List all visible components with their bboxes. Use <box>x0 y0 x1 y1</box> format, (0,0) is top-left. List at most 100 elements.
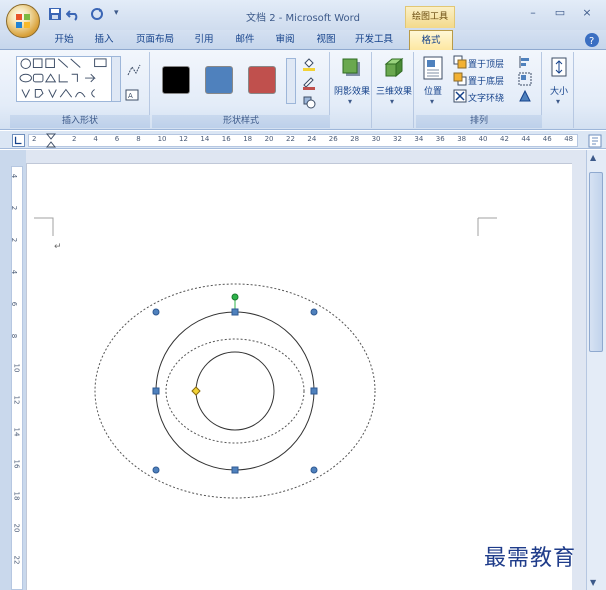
tab-references[interactable]: 引用 <box>190 33 218 49</box>
resize-handle-right[interactable] <box>310 387 318 395</box>
shapes-gallery[interactable] <box>16 56 112 102</box>
group-objects-icon[interactable] <box>518 72 532 86</box>
vertical-ruler-number: 4 <box>10 173 19 179</box>
text-wrapping-button[interactable]: 文字环绕 <box>468 91 504 104</box>
scroll-down-icon[interactable]: ▼ <box>590 578 596 587</box>
size-button[interactable]: 大小 <box>544 84 574 97</box>
ruler-number: 34 <box>414 135 424 143</box>
ruler-number: 16 <box>221 135 231 143</box>
vertical-ruler-number: 10 <box>12 363 21 373</box>
tab-mailings[interactable]: 邮件 <box>231 33 259 49</box>
adjust-handle[interactable] <box>191 386 201 396</box>
change-shape-icon[interactable] <box>302 95 316 109</box>
resize-handle-top-left[interactable] <box>152 308 160 316</box>
3d-effects-icon[interactable] <box>382 56 406 80</box>
inner-circle-shape[interactable] <box>195 351 275 431</box>
minimize-button[interactable]: – <box>523 6 543 22</box>
ruler-number: 48 <box>564 135 574 143</box>
vertical-scroll-thumb[interactable] <box>589 172 603 352</box>
size-icon[interactable] <box>549 56 569 78</box>
tab-page-layout[interactable]: 页面布局 <box>133 33 177 49</box>
close-button[interactable]: × <box>577 6 597 22</box>
ruler-number: 20 <box>264 135 274 143</box>
position-icon[interactable] <box>422 56 444 80</box>
tab-developer[interactable]: 开发工具 <box>352 33 396 49</box>
text-wrapping-icon[interactable] <box>453 89 467 103</box>
draw-textbox-icon[interactable]: A <box>125 88 139 102</box>
ruler-number: 14 <box>200 135 210 143</box>
ruler-number: 26 <box>328 135 338 143</box>
resize-handle-top-right[interactable] <box>310 308 318 316</box>
ruler-number: 2 <box>32 135 37 143</box>
position-button[interactable]: 位置 <box>418 84 448 97</box>
bring-to-front-button[interactable]: 置于顶层 <box>468 57 504 70</box>
resize-handle-bottom-left[interactable] <box>152 466 160 474</box>
ruler-number: 18 <box>243 135 253 143</box>
resize-handle-top[interactable] <box>231 308 239 316</box>
shape-style-blue[interactable] <box>205 66 233 94</box>
vertical-ruler-number: 12 <box>12 395 21 405</box>
resize-handle-left[interactable] <box>152 387 160 395</box>
shape-style-red[interactable] <box>248 66 276 94</box>
dashed-outer-ellipse[interactable] <box>94 283 376 499</box>
horizontal-ruler[interactable] <box>28 134 578 147</box>
ruler-number: 22 <box>286 135 295 143</box>
view-ruler-icon[interactable] <box>588 134 602 148</box>
ruler-number: 32 <box>393 135 402 143</box>
position-dropdown-icon[interactable]: ▾ <box>430 97 434 106</box>
contextual-group-drawing-tools: 绘图工具 <box>405 6 455 28</box>
tab-stop-selector[interactable] <box>12 134 25 147</box>
vertical-ruler-number: 18 <box>12 491 21 501</box>
rotate-handle[interactable] <box>231 293 239 301</box>
indent-marker-icon[interactable] <box>46 133 56 149</box>
dashed-inner-ring[interactable] <box>165 338 305 444</box>
resize-handle-bottom-right[interactable] <box>310 466 318 474</box>
size-dropdown-icon[interactable]: ▾ <box>556 97 560 106</box>
ruler-number: 10 <box>157 135 167 143</box>
shape-outline-icon[interactable] <box>302 76 316 90</box>
send-to-back-icon[interactable] <box>453 72 467 86</box>
outer-circle-shape[interactable] <box>155 311 315 471</box>
send-to-back-button[interactable]: 置于底层 <box>468 74 504 87</box>
restore-button[interactable]: ▭ <box>550 6 570 22</box>
ruler-number: 28 <box>350 135 360 143</box>
ruler-number: 6 <box>114 135 120 143</box>
vertical-ruler-number: 8 <box>10 333 19 339</box>
tab-home[interactable]: 开始 <box>50 33 78 49</box>
shapes-gallery-scroll[interactable] <box>111 56 121 102</box>
office-logo-icon <box>16 14 30 28</box>
group-label-arrange: 排列 <box>416 115 542 128</box>
svg-text:?: ? <box>589 36 594 47</box>
svg-text:A: A <box>128 92 133 100</box>
tab-insert[interactable]: 插入 <box>90 33 118 49</box>
bring-to-front-icon[interactable] <box>453 55 467 69</box>
watermark-logo: 最需教育 <box>484 546 577 571</box>
ruler-number: 2 <box>72 135 77 143</box>
vertical-ruler-number: 22 <box>12 555 21 565</box>
rotate-icon[interactable] <box>518 89 532 103</box>
shape-fill-icon[interactable] <box>302 57 316 71</box>
tab-view[interactable]: 视图 <box>312 33 340 49</box>
vertical-ruler-number: 2 <box>10 237 19 243</box>
office-button[interactable] <box>6 4 40 38</box>
margin-mark-top-left <box>34 217 54 236</box>
shadow-effects-icon[interactable] <box>340 56 364 80</box>
tab-review[interactable]: 审阅 <box>271 33 299 49</box>
shape-styles-scroll[interactable] <box>286 58 296 104</box>
shadow-effects-button[interactable]: 阴影效果 <box>332 84 372 97</box>
align-icon[interactable] <box>518 55 532 69</box>
shape-style-black[interactable] <box>162 66 190 94</box>
edit-shape-icon[interactable] <box>127 63 141 77</box>
ruler-number: 24 <box>307 135 317 143</box>
ruler-number: 4 <box>93 135 98 143</box>
ruler-number: 36 <box>435 135 445 143</box>
scroll-up-icon[interactable]: ▲ <box>590 153 596 162</box>
resize-handle-bottom[interactable] <box>231 466 239 474</box>
shadow-effects-dropdown-icon[interactable]: ▾ <box>348 97 352 106</box>
help-icon[interactable]: ? <box>585 33 599 47</box>
ruler-number: 8 <box>136 135 141 143</box>
tab-format[interactable]: 格式 <box>409 30 453 51</box>
3d-effects-dropdown-icon[interactable]: ▾ <box>390 97 394 106</box>
vertical-ruler-number: 6 <box>10 301 19 307</box>
3d-effects-button[interactable]: 三维效果 <box>374 84 414 97</box>
